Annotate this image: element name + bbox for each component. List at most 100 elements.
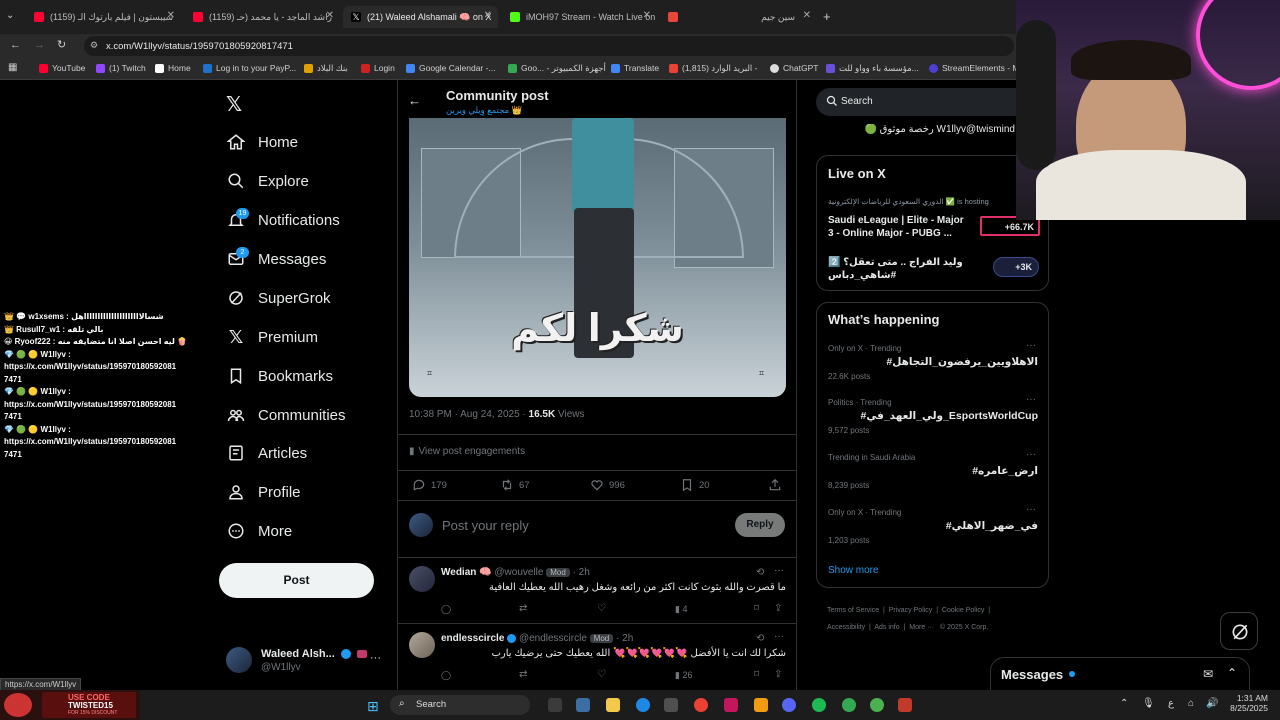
bookmark-streamelements[interactable]: StreamElements - M <box>929 63 1019 73</box>
x-logo-icon[interactable]: 𝕏 <box>226 92 242 117</box>
share-action[interactable] <box>768 478 787 492</box>
grok-icon[interactable]: ⟲ <box>756 633 764 644</box>
new-message-icon[interactable]: ✉ <box>1203 667 1213 681</box>
show-more-link[interactable]: Show more <box>828 565 879 576</box>
edge-icon[interactable] <box>636 698 650 712</box>
tab-6[interactable]: سين جيم ✕ <box>700 6 817 28</box>
messages-drawer[interactable]: Messages ✉ ⌃ <box>990 657 1250 691</box>
footer-link[interactable]: More ··· <box>909 624 934 631</box>
copilot-icon[interactable] <box>576 698 590 712</box>
search-input[interactable]: Search <box>816 88 1016 116</box>
close-icon[interactable]: ✕ <box>167 10 175 21</box>
tab-3-active[interactable]: 𝕏 (21) Waleed Alshamali 🧠 on X ✕ <box>343 6 498 28</box>
new-tab-button[interactable]: + <box>823 9 831 24</box>
app-icon[interactable] <box>754 698 768 712</box>
bookmark-calendar[interactable]: Google Calendar -... <box>406 63 496 73</box>
share-icon[interactable]: ⇪ <box>774 603 782 614</box>
live-second-count[interactable]: +3K <box>993 257 1039 277</box>
heart-icon[interactable]: ♡ <box>597 669 606 680</box>
views-action[interactable]: ▮ 26 <box>675 670 692 681</box>
footer-link[interactable]: Privacy Policy <box>889 607 933 614</box>
nav-explore[interactable]: Explore <box>226 166 309 196</box>
file-explorer-icon[interactable] <box>606 698 620 712</box>
chrome-icon[interactable] <box>870 698 884 712</box>
clock[interactable]: 1:31 AM 8/25/2025 <box>1226 693 1268 713</box>
tab-1[interactable]: (1159) سيبستون | فيلم بارتوك الـ ✕ <box>26 6 181 28</box>
footer-link[interactable]: Terms of Service <box>827 607 879 614</box>
live-stream-title[interactable]: Saudi eLeague | Elite - Major 3 - Online… <box>828 214 968 240</box>
close-icon[interactable]: ✕ <box>803 10 811 21</box>
bookmark-login[interactable]: Login <box>361 63 395 73</box>
reply-author[interactable]: endlesscircle <box>441 633 504 644</box>
close-icon[interactable]: ✕ <box>326 10 334 21</box>
network-icon[interactable]: ⌂ <box>1188 698 1194 709</box>
nav-communities[interactable]: Communities <box>226 400 346 430</box>
more-icon[interactable]: ··· <box>1026 394 1036 405</box>
chrome-icon[interactable] <box>842 698 856 712</box>
repost-icon[interactable]: ⇄ <box>519 603 527 614</box>
reload-icon[interactable]: ↻ <box>57 38 66 51</box>
url-field[interactable]: ⚙ x.com/W1llyv/status/195970180592081747… <box>84 36 1014 56</box>
account-name[interactable]: Waleed Alsh... <box>261 648 367 660</box>
volume-icon[interactable]: 🔊 <box>1206 698 1218 709</box>
bookmark-icon[interactable]: ⌑ <box>754 669 759 680</box>
nav-articles[interactable]: Articles <box>226 438 307 468</box>
nav-more[interactable]: More <box>226 516 292 546</box>
account-more-icon[interactable]: ··· <box>370 652 381 664</box>
trend-name[interactable]: #الاهلاويين_يرفضون_التجاهل <box>886 356 1038 368</box>
bookmark-twitch[interactable]: (1) Twitch <box>96 63 146 73</box>
avatar[interactable] <box>409 566 435 592</box>
forward-arrow-icon[interactable]: → <box>34 39 45 51</box>
task-view-icon[interactable] <box>548 698 562 712</box>
site-info-icon[interactable]: ⚙ <box>90 40 98 51</box>
bookmark-translate[interactable]: Translate <box>611 63 659 73</box>
trend-name[interactable]: #في_ضهر_الاهلي <box>946 520 1038 532</box>
bookmark-icon[interactable]: ⌑ <box>754 603 759 614</box>
more-icon[interactable]: ··· <box>774 565 784 576</box>
more-icon[interactable]: ··· <box>1026 449 1036 460</box>
reply-button[interactable]: Reply <box>735 513 785 537</box>
microphone-icon[interactable]: 🎙 <box>1142 698 1155 709</box>
post-image[interactable]: شكرا لكم ⌗ ⌗ <box>409 118 786 397</box>
bookmark-google[interactable]: Goo... - أجهزة الكمبيوتر <box>508 63 606 74</box>
reply-action[interactable]: 179 <box>412 478 447 492</box>
reply-item[interactable]: endlesscircle @endlesscircle Mod · 2h ⟲ … <box>398 623 796 690</box>
tab-list-chevron-icon[interactable]: ⌄ <box>6 10 14 21</box>
reply-author[interactable]: Wedian 🧠 <box>441 567 492 578</box>
tab-4[interactable]: iMOH97 Stream - Watch Live on ✕ <box>502 6 657 28</box>
back-arrow-icon[interactable]: ← <box>10 39 21 51</box>
nav-premium[interactable]: 𝕏 Premium <box>226 322 318 352</box>
avatar[interactable] <box>226 647 252 673</box>
views-action[interactable]: ▮ 4 <box>675 604 687 615</box>
spotify-icon[interactable] <box>812 698 826 712</box>
trend-name[interactable]: #ولي_العهد_في_EsportsWorldCup <box>861 410 1039 422</box>
taskbar-search[interactable]: ⌕ Search <box>390 695 530 715</box>
close-icon[interactable]: ✕ <box>484 10 492 21</box>
heart-icon[interactable]: ♡ <box>597 603 606 614</box>
close-icon[interactable]: ✕ <box>643 10 651 21</box>
app-icon[interactable] <box>664 698 678 712</box>
grok-float-button[interactable] <box>1220 612 1258 650</box>
language-indicator[interactable]: ع <box>1168 698 1174 709</box>
bookmark-action[interactable]: 20 <box>680 478 710 492</box>
reply-input[interactable]: Post your reply <box>442 518 529 533</box>
bookmark-home[interactable]: Home <box>155 63 191 73</box>
app-icon[interactable] <box>724 698 738 712</box>
apps-grid-icon[interactable]: ▦ <box>8 62 17 73</box>
post-button[interactable]: Post <box>219 563 374 598</box>
chevron-up-icon[interactable]: ⌃ <box>1120 698 1128 709</box>
share-icon[interactable]: ⇪ <box>774 669 782 680</box>
back-arrow-icon[interactable]: ← <box>408 93 421 108</box>
repost-icon[interactable]: ⇄ <box>519 669 527 680</box>
repost-action[interactable]: 67 <box>500 478 530 492</box>
trend-name[interactable]: #ارض_عامره <box>972 465 1038 477</box>
grok-icon[interactable]: ⟲ <box>756 567 764 578</box>
chevron-up-icon[interactable]: ⌃ <box>1227 666 1237 680</box>
footer-link[interactable]: Cookie Policy <box>942 607 984 614</box>
bookmark-youtube[interactable]: YouTube <box>39 63 85 73</box>
bookmark-org[interactable]: مؤسسة باء وواو للت... <box>826 63 919 74</box>
app-icon[interactable] <box>898 698 912 712</box>
discord-icon[interactable] <box>782 698 796 712</box>
more-icon[interactable]: ··· <box>1026 504 1036 515</box>
community-link[interactable]: مجتمع وِيلي ويرين 👑 <box>446 105 522 116</box>
